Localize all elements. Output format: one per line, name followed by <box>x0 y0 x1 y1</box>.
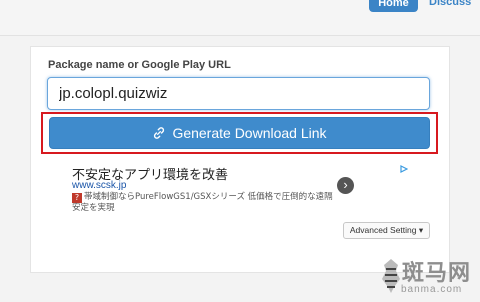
package-label: Package name or Google Play URL <box>48 59 231 71</box>
generate-button-label: Generate Download Link <box>172 125 327 141</box>
ad-description-text: 帯域制御ならPureFlowGS1/GSXシリーズ 低価格で圧倒的な遠隔安定を実… <box>72 192 333 213</box>
top-nav: Home Discuss <box>0 0 480 36</box>
watermark-text: 斑马网 <box>402 261 472 286</box>
ad-badge: ? <box>72 193 82 203</box>
nav-discuss-link[interactable]: Discuss <box>429 0 471 8</box>
link-icon <box>154 127 165 139</box>
nav-home-button[interactable]: Home <box>369 0 418 12</box>
watermark-sub: banma.com <box>401 284 463 295</box>
chevron-right-icon[interactable]: › <box>337 177 354 194</box>
ad-url[interactable]: www.scsk.jp <box>72 180 126 191</box>
watermark: 斑马网 banma.com <box>378 255 478 300</box>
ad-description: ? 帯域制御ならPureFlowGS1/GSXシリーズ 低価格で圧倒的な遠隔安定を… <box>72 192 340 214</box>
package-input[interactable] <box>47 77 430 110</box>
advanced-setting-button[interactable]: Advanced Setting ▾ <box>343 222 430 239</box>
ad-block[interactable]: 不安定なアプリ環境を改善 www.scsk.jp ? 帯域制御ならPureFlow… <box>72 164 412 214</box>
ad-choices-icon[interactable] <box>400 165 408 173</box>
generate-download-link-button[interactable]: Generate Download Link <box>49 117 430 149</box>
